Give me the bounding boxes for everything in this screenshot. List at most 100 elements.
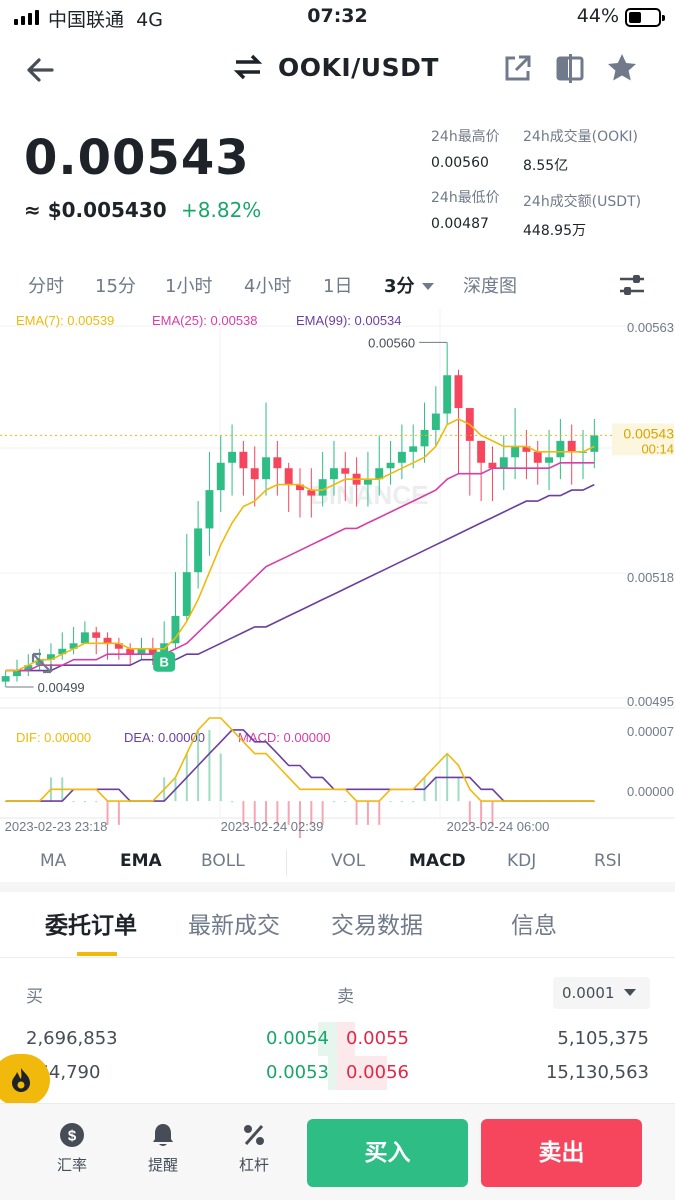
candle-body xyxy=(182,572,191,616)
ind-rsi[interactable]: RSI xyxy=(594,851,622,871)
ema25-legend: EMA(25): 0.00538 xyxy=(152,313,258,328)
candle-body xyxy=(250,468,259,480)
candle-body xyxy=(239,451,248,469)
nav-alerts[interactable]: 提醒 xyxy=(133,1122,193,1175)
sell-button[interactable]: 卖出 xyxy=(481,1119,642,1187)
nav-margin[interactable]: 杠杆 xyxy=(224,1122,284,1175)
ind-boll[interactable]: BOLL xyxy=(201,851,245,871)
buy-qty: 2,696,853 xyxy=(26,1028,118,1049)
ind-kdj[interactable]: KDJ xyxy=(507,851,536,871)
candle-body xyxy=(409,446,418,452)
candle-body xyxy=(397,451,406,463)
candle-body xyxy=(556,440,565,458)
tab-latest-trades[interactable]: 最新成交 xyxy=(188,906,280,940)
price-fiat-row: ≈ $0.005430 +8.82% xyxy=(24,198,261,222)
sell-price: 0.0055 xyxy=(346,1028,409,1049)
macd-bar xyxy=(117,801,120,825)
timeframe-bar: 分时 15分 1小时 4小时 1日 3分 深度图 xyxy=(0,270,675,302)
ind-macd[interactable]: MACD xyxy=(409,851,466,871)
precision-select[interactable]: 0.0001 xyxy=(553,977,650,1009)
tf-4h[interactable]: 4小时 xyxy=(244,272,291,298)
tf-1d[interactable]: 1日 xyxy=(323,272,352,298)
percent-icon xyxy=(244,1125,264,1145)
candle-body xyxy=(284,468,293,485)
ind-vol[interactable]: VOL xyxy=(331,851,365,871)
order-book-row[interactable]: 2,696,853 0.0054 0.0055 5,105,375 xyxy=(0,1022,675,1056)
macd-bar xyxy=(344,801,347,803)
nav-exchange-rate[interactable]: $ 汇率 xyxy=(42,1122,102,1175)
candle-body xyxy=(420,429,429,447)
candle-body xyxy=(194,528,203,573)
macd-bar xyxy=(389,801,392,803)
ind-ma[interactable]: MA xyxy=(40,851,66,871)
candle-body xyxy=(330,468,338,480)
active-tab-indicator xyxy=(77,952,117,956)
share-icon[interactable] xyxy=(502,52,534,84)
candlestick-chart[interactable]: BINANCEEMA(7): 0.00539 EMA(25): 0.00538 EM… xyxy=(0,308,675,838)
last-price-tag: 0.00543 xyxy=(623,425,674,441)
caret-down-icon xyxy=(421,283,434,290)
split-icon[interactable] xyxy=(554,52,586,84)
candle-body xyxy=(511,446,520,458)
macd-bar xyxy=(83,801,86,803)
star-icon[interactable] xyxy=(606,52,638,84)
macd-bar xyxy=(332,801,335,803)
tab-info[interactable]: 信息 xyxy=(511,906,557,940)
bottom-action-bar: $ 汇率 提醒 杠杆 买入 卖出 xyxy=(0,1103,675,1200)
tab-trade-data[interactable]: 交易数据 xyxy=(331,906,423,940)
pair-title: OOKI/USDT xyxy=(278,52,439,82)
tf-1h[interactable]: 1小时 xyxy=(165,272,212,298)
tf-depth[interactable]: 深度图 xyxy=(463,272,517,298)
tf-15m[interactable]: 15分 xyxy=(95,272,136,298)
ema7-legend: EMA(7): 0.00539 xyxy=(16,313,114,328)
order-book-row[interactable]: 864,790 0.0053 0.0056 15,130,563 xyxy=(0,1056,675,1090)
buy-button[interactable]: 买入 xyxy=(307,1119,468,1187)
macd-bar xyxy=(208,729,211,802)
nav-label: 提醒 xyxy=(147,1156,178,1174)
candle-body xyxy=(262,457,270,480)
ind-ema[interactable]: EMA xyxy=(120,851,162,871)
macd-bar xyxy=(412,801,415,803)
high-label: 24h最高价 xyxy=(431,129,500,145)
chart-settings-icon[interactable] xyxy=(617,270,647,300)
battery-icon xyxy=(625,8,665,27)
tf-line[interactable]: 分时 xyxy=(28,272,64,298)
book-tabs: 委托订单 最新成交 交易数据 信息 xyxy=(0,904,675,960)
price-axis-label: 0.00518 xyxy=(627,570,674,585)
macd-bar xyxy=(231,801,234,803)
candle-body xyxy=(13,670,21,677)
usd-price: ≈ $0.005430 xyxy=(24,198,167,222)
back-arrow-icon[interactable] xyxy=(22,52,58,88)
floating-action-button[interactable] xyxy=(0,1054,50,1106)
candle-body xyxy=(386,462,395,469)
pair-switcher[interactable]: OOKI/USDT xyxy=(232,52,439,82)
status-bar: 中国联通 4G 07:32 44% xyxy=(0,0,675,36)
swap-icon xyxy=(233,54,263,80)
flame-icon xyxy=(12,1068,30,1092)
header: OOKI/USDT xyxy=(0,44,675,94)
caret-down-icon xyxy=(624,989,636,996)
sell-qty: 15,130,563 xyxy=(545,1062,649,1083)
stats-col-2: 24h成交量(OOKI) 8.55亿 24h成交额(USDT) 448.95万 xyxy=(523,126,641,256)
dollar-icon: $ xyxy=(60,1123,84,1147)
indicator-tabs: MA EMA BOLL VOL MACD KDJ RSI xyxy=(0,848,675,878)
bell-icon xyxy=(153,1124,173,1146)
macd-bar xyxy=(400,801,403,803)
countdown-label: 00:14 xyxy=(641,441,674,456)
candle-body xyxy=(454,375,463,409)
price-change: +8.82% xyxy=(181,198,262,222)
low-marker: 0.00499 xyxy=(38,680,85,695)
tf-3m[interactable]: 3分 xyxy=(384,272,435,298)
divider xyxy=(0,957,675,958)
section-divider xyxy=(0,882,675,892)
low-label: 24h最低价 xyxy=(431,190,500,206)
amount-value: 448.95万 xyxy=(523,223,586,239)
macd-bar xyxy=(378,801,381,825)
time-axis-label: 2023-02-23 23:18 xyxy=(5,819,108,834)
tab-order-book[interactable]: 委托订单 xyxy=(45,906,137,940)
sell-column-label: 卖 xyxy=(337,987,354,1007)
svg-text:$: $ xyxy=(68,1128,77,1145)
tab-separator xyxy=(286,850,287,876)
macd-bar xyxy=(355,801,358,825)
high-marker: 0.00560 xyxy=(368,335,415,350)
